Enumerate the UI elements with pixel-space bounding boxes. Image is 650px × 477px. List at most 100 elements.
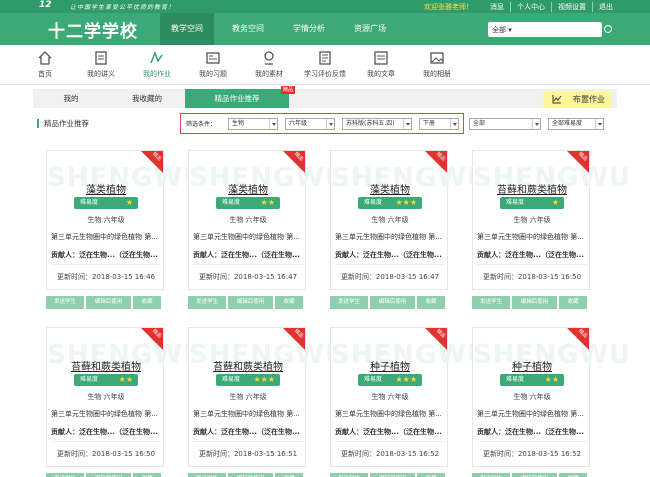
module-photo-album[interactable]: 我的相册 [409, 49, 465, 79]
module-homework[interactable]: 我的作业 [129, 49, 185, 79]
volume-select[interactable]: 下册 [419, 118, 459, 130]
chevron-down-icon [532, 119, 540, 129]
favorite-button[interactable]: 收藏 [275, 473, 303, 477]
edit-and-use-button[interactable]: 编辑后使用 [512, 296, 557, 309]
card-title[interactable]: 苔藓和蕨类植物 [189, 358, 307, 373]
module-exercises[interactable]: 我的习题 [185, 49, 241, 79]
nav-learning-analysis[interactable]: 学情分析 [282, 13, 336, 45]
module-home[interactable]: 首页 [17, 49, 73, 79]
send-to-students-button[interactable]: 发送学生 [330, 473, 368, 477]
messages-link[interactable]: 消息 [484, 2, 510, 12]
favorite-button[interactable]: 收藏 [275, 296, 303, 309]
personal-center-link[interactable]: 个人中心 [510, 2, 551, 12]
card-title[interactable]: 苔藓和蕨类植物 [473, 181, 591, 196]
card-title[interactable]: 种子植物 [473, 358, 591, 373]
module-lecture-notes[interactable]: 我的讲义 [73, 49, 129, 79]
search-box[interactable]: 全部 ▾ [488, 22, 612, 37]
card-divider [51, 441, 161, 442]
card-divider [193, 441, 303, 442]
homework-card[interactable]: SHENGWU 精品 藻类植物 难易度 ★★ 生物 六年级 第三单元生物圈中的绿色植物 第.… [188, 150, 346, 290]
homework-card[interactable]: SHENGWU 精品 藻类植物 难易度 ★★★ 生物 六年级 第三单元生物圈中的绿色植物 第… [330, 150, 488, 290]
home-icon [38, 51, 52, 65]
photo-album-icon [430, 52, 444, 64]
homework-card[interactable]: SHENGWU 精品 种子植物 难易度 ★★ 生物 六年级 第三单元生物圈中的绿色植物 第.… [472, 327, 630, 467]
favorite-button[interactable]: 收藏 [133, 296, 161, 309]
nav-resource-square[interactable]: 资源广场 [343, 13, 397, 45]
favorite-button[interactable]: 收藏 [417, 473, 445, 477]
subject-select[interactable]: 生物 [228, 118, 278, 130]
send-to-students-button[interactable]: 发送学生 [188, 473, 226, 477]
search-scope-select[interactable]: 全部 ▾ [492, 25, 512, 35]
card-updated-time: 更新时间：2018-03-15 16:52 [340, 450, 440, 458]
nav-teaching-space[interactable]: 教学空间 [160, 13, 214, 45]
card-actions: 发送学生编辑后使用收藏 [472, 296, 589, 309]
difficulty-badge: 难易度 ★ [500, 197, 564, 209]
card-updated-time: 更新时间：2018-03-15 16:47 [340, 273, 440, 281]
star-icon: ★★★ [253, 375, 275, 384]
send-to-students-button[interactable]: 发送学生 [472, 296, 510, 309]
edit-and-use-button[interactable]: 编辑后使用 [86, 296, 131, 309]
card-subject-grade: 生物 六年级 [513, 393, 551, 401]
homework-card[interactable]: SHENGWU 精品 苔藓和蕨类植物 难易度 ★★★ 生物 六年级 第三单元生物圈中的绿色植… [188, 327, 346, 467]
send-to-students-button[interactable]: 发送学生 [330, 296, 368, 309]
card-contributor: 贡献人：泛在生物...（泛在生物... [51, 251, 158, 259]
edit-and-use-button[interactable]: 编辑后使用 [370, 296, 415, 309]
module-feedback[interactable]: 学习评价反馈 [297, 49, 353, 79]
card-title[interactable]: 苔藓和蕨类植物 [47, 358, 165, 373]
card-title[interactable]: 藻类植物 [47, 181, 165, 196]
homework-card[interactable]: SHENGWU 精品 苔藓和蕨类植物 难易度 ★ 生物 六年级 第三单元生物圈中的绿色植物 … [472, 150, 630, 290]
homework-card[interactable]: SHENGWU 精品 种子植物 难易度 ★★★ 生物 六年级 第三单元生物圈中的绿色植物 第… [330, 327, 488, 467]
card-title[interactable]: 藻类植物 [189, 181, 307, 196]
edit-and-use-button[interactable]: 编辑后使用 [228, 473, 273, 477]
homework-card[interactable]: SHENGWU 精品 苔藓和蕨类植物 难易度 ★★ 生物 六年级 第三单元生物圈中的绿色植物… [46, 327, 204, 467]
school-name[interactable]: 十二学学校 [48, 17, 138, 42]
edition-select[interactable]: 苏科版(苏科五.四) [342, 118, 412, 130]
card-title[interactable]: 种子植物 [331, 358, 449, 373]
module-materials[interactable]: 我的素材 [241, 49, 297, 79]
nav-academic-space[interactable]: 教务空间 [221, 13, 275, 45]
favorite-button[interactable]: 收藏 [417, 296, 445, 309]
chevron-down-icon [450, 119, 458, 129]
card-actions: 发送学生编辑后使用收藏 [46, 473, 163, 477]
chapter-select[interactable]: 全部 [469, 118, 541, 130]
card-actions: 发送学生编辑后使用收藏 [188, 473, 305, 477]
tab-featured[interactable]: 精品作业推荐 [185, 89, 289, 108]
site-logo[interactable]: 12 [39, 0, 52, 10]
material-icon [264, 51, 274, 65]
logout-link[interactable]: 退出 [592, 2, 619, 12]
edit-and-use-button[interactable]: 编辑后使用 [370, 473, 415, 477]
card-chapter: 第三单元生物圈中的绿色植物 第... [51, 410, 158, 418]
send-to-students-button[interactable]: 发送学生 [188, 296, 226, 309]
video-settings-link[interactable]: 视频设置 [551, 2, 592, 12]
publish-homework-button[interactable]: 布置作业 [543, 91, 611, 108]
tab-favorites[interactable]: 我收藏的 [109, 89, 185, 108]
star-icon: ★★★ [395, 198, 417, 207]
difficulty-badge: 难易度 ★★ [216, 197, 280, 209]
main-header: 十二学学校 教学空间 教务空间 学情分析 资源广场 全部 ▾ [0, 13, 650, 45]
edit-and-use-button[interactable]: 编辑后使用 [228, 296, 273, 309]
card-contributor: 贡献人：泛在生物...（泛在生物... [477, 251, 584, 259]
send-to-students-button[interactable]: 发送学生 [46, 473, 84, 477]
card-chapter: 第三单元生物圈中的绿色植物 第... [51, 233, 158, 241]
favorite-button[interactable]: 收藏 [559, 473, 587, 477]
card-contributor: 贡献人：泛在生物...（泛在生物... [335, 251, 442, 259]
search-icon[interactable] [604, 25, 612, 33]
edit-and-use-button[interactable]: 编辑后使用 [86, 473, 131, 477]
homework-card[interactable]: SHENGWU 精品 藻类植物 难易度 ★ 生物 六年级 第三单元生物圈中的绿色植物 第..… [46, 150, 204, 290]
edit-and-use-button[interactable]: 编辑后使用 [512, 473, 557, 477]
card-chapter: 第三单元生物圈中的绿色植物 第... [335, 233, 442, 241]
card-subject-grade: 生物 六年级 [371, 393, 409, 401]
card-divider [193, 264, 303, 265]
module-articles[interactable]: 我的文章 [353, 49, 409, 79]
card-title[interactable]: 藻类植物 [331, 181, 449, 196]
favorite-button[interactable]: 收藏 [559, 296, 587, 309]
star-icon: ★ [551, 198, 559, 207]
card-chapter: 第三单元生物圈中的绿色植物 第... [193, 410, 300, 418]
tab-mine[interactable]: 我的 [33, 89, 109, 108]
favorite-button[interactable]: 收藏 [133, 473, 161, 477]
send-to-students-button[interactable]: 发送学生 [472, 473, 510, 477]
card-divider [477, 441, 587, 442]
grade-select[interactable]: 六年级 [285, 118, 335, 130]
difficulty-select[interactable]: 全部难易度 [548, 118, 604, 130]
send-to-students-button[interactable]: 发送学生 [46, 296, 84, 309]
